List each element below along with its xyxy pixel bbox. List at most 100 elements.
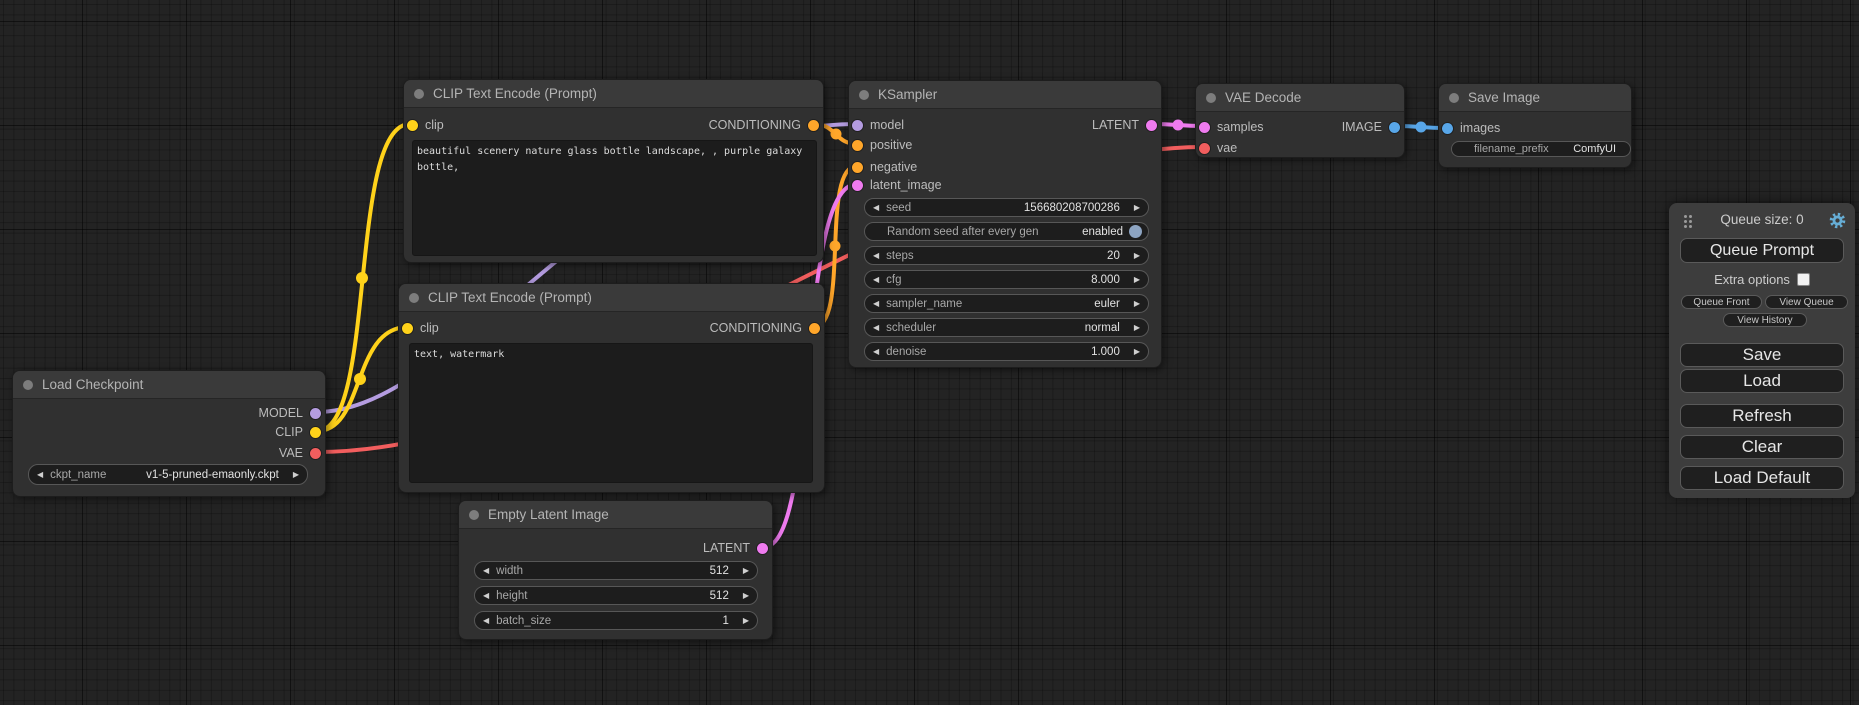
slot-label: MODEL: [259, 406, 303, 420]
load-default-button[interactable]: Load Default: [1680, 466, 1844, 490]
widget-label: seed: [886, 202, 911, 214]
random-seed-toggle-widget[interactable]: Random seed after every gen enabled: [864, 222, 1149, 241]
collapse-dot-icon[interactable]: [859, 90, 869, 100]
seed-widget[interactable]: ◀ seed 156680208700286 ▶: [864, 198, 1149, 217]
refresh-button[interactable]: Refresh: [1680, 404, 1844, 428]
view-history-button[interactable]: View History: [1723, 313, 1807, 327]
prev-value-icon[interactable]: ◀: [873, 300, 879, 308]
increment-icon[interactable]: ▶: [1134, 204, 1140, 212]
queue-size-label: Queue size: 0: [1669, 212, 1855, 227]
widget-label: sampler_name: [886, 298, 962, 310]
next-value-icon[interactable]: ▶: [1134, 300, 1140, 308]
positive-prompt-textarea[interactable]: beautiful scenery nature glass bottle la…: [412, 140, 817, 256]
node-titlebar[interactable]: Load Checkpoint: [13, 371, 325, 399]
scheduler-widget[interactable]: ◀ scheduler normal ▶: [864, 318, 1149, 337]
model-port-icon[interactable]: [852, 120, 863, 131]
queue-prompt-button[interactable]: Queue Prompt: [1680, 238, 1844, 263]
node-clip-text-encode-positive: CLIP Text Encode (Prompt) clip CONDITION…: [403, 79, 824, 263]
model-port-icon[interactable]: [310, 408, 321, 419]
decrement-icon[interactable]: ◀: [483, 592, 489, 600]
negative-prompt-textarea[interactable]: text, watermark: [409, 343, 813, 483]
gear-icon[interactable]: [1829, 212, 1846, 229]
prev-value-icon[interactable]: ◀: [873, 324, 879, 332]
toggle-on-icon[interactable]: [1129, 225, 1142, 238]
load-button[interactable]: Load: [1680, 369, 1844, 393]
decrement-icon[interactable]: ◀: [873, 276, 879, 284]
decrement-icon[interactable]: ◀: [873, 348, 879, 356]
node-titlebar[interactable]: Empty Latent Image: [459, 501, 772, 529]
output-slot-vae: VAE: [279, 447, 321, 459]
ckpt-name-widget[interactable]: ◀ ckpt_name v1-5-pruned-emaonly.ckpt ▶: [28, 464, 308, 485]
denoise-widget[interactable]: ◀ denoise 1.000 ▶: [864, 342, 1149, 361]
batch-size-widget[interactable]: ◀ batch_size 1 ▶: [474, 611, 758, 630]
latent-port-icon[interactable]: [852, 180, 863, 191]
input-slot-positive: positive: [852, 139, 912, 151]
node-empty-latent-image: Empty Latent Image LATENT ◀ width 512 ▶ …: [458, 500, 773, 640]
extra-options-label: Extra options: [1714, 272, 1790, 287]
conditioning-port-icon[interactable]: [852, 162, 863, 173]
extra-options-checkbox[interactable]: [1797, 273, 1810, 286]
latent-port-icon[interactable]: [1199, 122, 1210, 133]
conditioning-port-icon[interactable]: [808, 120, 819, 131]
clip-port-icon[interactable]: [407, 120, 418, 131]
vae-port-icon[interactable]: [310, 448, 321, 459]
widget-label: denoise: [886, 346, 926, 358]
next-value-icon[interactable]: ▶: [1134, 324, 1140, 332]
node-titlebar[interactable]: KSampler: [849, 81, 1161, 109]
node-titlebar[interactable]: VAE Decode: [1196, 84, 1404, 112]
decrement-icon[interactable]: ◀: [483, 567, 489, 575]
queue-menu-panel: Queue size: 0 Queue Prompt Extra options…: [1669, 203, 1855, 498]
collapse-dot-icon[interactable]: [1449, 93, 1459, 103]
conditioning-port-icon[interactable]: [809, 323, 820, 334]
slot-label: vae: [1217, 141, 1237, 155]
increment-icon[interactable]: ▶: [743, 592, 749, 600]
node-graph-canvas[interactable]: Load Checkpoint MODEL CLIP VAE ◀ ckpt_na…: [0, 0, 1859, 705]
steps-widget[interactable]: ◀ steps 20 ▶: [864, 246, 1149, 265]
widget-value: 156680208700286: [1024, 202, 1120, 214]
next-value-icon[interactable]: ▶: [293, 471, 299, 479]
queue-front-button[interactable]: Queue Front: [1681, 295, 1762, 309]
collapse-dot-icon[interactable]: [23, 380, 33, 390]
decrement-icon[interactable]: ◀: [483, 617, 489, 625]
increment-icon[interactable]: ▶: [743, 567, 749, 575]
collapse-dot-icon[interactable]: [469, 510, 479, 520]
vae-port-icon[interactable]: [1199, 143, 1210, 154]
input-slot-samples: samples: [1199, 121, 1264, 133]
node-titlebar[interactable]: Save Image: [1439, 84, 1631, 112]
increment-icon[interactable]: ▶: [1134, 252, 1140, 260]
widget-value: v1-5-pruned-emaonly.ckpt: [146, 469, 279, 481]
widget-value: 512: [710, 590, 729, 602]
increment-icon[interactable]: ▶: [1134, 276, 1140, 284]
clip-port-icon[interactable]: [310, 427, 321, 438]
output-slot-image: IMAGE: [1342, 121, 1400, 133]
increment-icon[interactable]: ▶: [1134, 348, 1140, 356]
latent-port-icon[interactable]: [757, 543, 768, 554]
save-button[interactable]: Save: [1680, 343, 1844, 367]
conditioning-port-icon[interactable]: [852, 140, 863, 151]
sampler-name-widget[interactable]: ◀ sampler_name euler ▶: [864, 294, 1149, 313]
view-queue-button[interactable]: View Queue: [1765, 295, 1848, 309]
width-widget[interactable]: ◀ width 512 ▶: [474, 561, 758, 580]
height-widget[interactable]: ◀ height 512 ▶: [474, 586, 758, 605]
latent-port-icon[interactable]: [1146, 120, 1157, 131]
collapse-dot-icon[interactable]: [414, 89, 424, 99]
input-slot-model: model: [852, 119, 904, 131]
image-port-icon[interactable]: [1389, 122, 1400, 133]
cfg-widget[interactable]: ◀ cfg 8.000 ▶: [864, 270, 1149, 289]
node-titlebar[interactable]: CLIP Text Encode (Prompt): [404, 80, 823, 108]
clip-port-icon[interactable]: [402, 323, 413, 334]
widget-value: enabled: [1082, 226, 1123, 238]
output-slot-clip: CLIP: [275, 426, 321, 438]
widget-label: steps: [886, 250, 914, 262]
increment-icon[interactable]: ▶: [743, 617, 749, 625]
collapse-dot-icon[interactable]: [409, 293, 419, 303]
prev-value-icon[interactable]: ◀: [37, 471, 43, 479]
collapse-dot-icon[interactable]: [1206, 93, 1216, 103]
image-port-icon[interactable]: [1442, 123, 1453, 134]
slot-label: clip: [420, 321, 439, 335]
clear-button[interactable]: Clear: [1680, 435, 1844, 459]
node-titlebar[interactable]: CLIP Text Encode (Prompt): [399, 284, 824, 312]
decrement-icon[interactable]: ◀: [873, 204, 879, 212]
decrement-icon[interactable]: ◀: [873, 252, 879, 260]
filename-prefix-widget[interactable]: filename_prefix ComfyUI: [1451, 141, 1631, 157]
